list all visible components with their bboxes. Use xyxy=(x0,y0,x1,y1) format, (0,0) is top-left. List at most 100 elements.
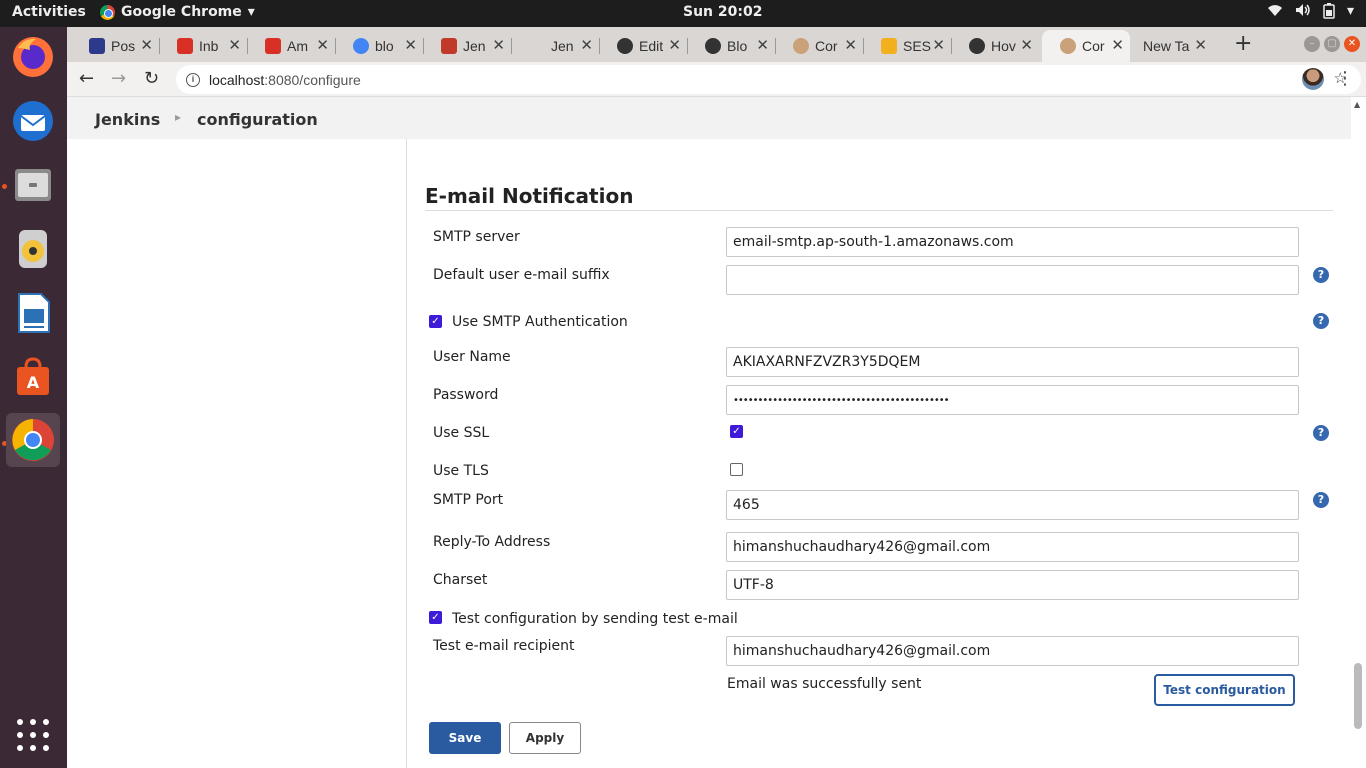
browser-tab[interactable]: Jen ✕ xyxy=(511,30,600,62)
close-icon[interactable]: ✕ xyxy=(492,36,505,54)
browser-tab[interactable]: Jen ✕ xyxy=(423,30,512,62)
close-icon[interactable]: ✕ xyxy=(316,36,329,54)
rhythmbox-icon[interactable] xyxy=(6,222,60,276)
dock: A xyxy=(0,27,67,768)
forward-arrow-icon[interactable]: → xyxy=(111,68,126,89)
libreoffice-writer-icon[interactable] xyxy=(6,286,60,340)
tab-title: New Ta xyxy=(1143,38,1190,54)
browser-tab[interactable]: Blo ✕ xyxy=(687,30,776,62)
close-icon[interactable]: ✕ xyxy=(140,36,153,54)
test-recipient-input[interactable] xyxy=(726,636,1299,666)
avatar[interactable] xyxy=(1302,68,1324,90)
volume-icon xyxy=(1295,3,1311,23)
save-button[interactable]: Save xyxy=(429,722,501,754)
show-applications-icon[interactable] xyxy=(17,719,49,751)
breadcrumb-configuration[interactable]: configuration xyxy=(197,110,318,129)
help-icon[interactable]: ? xyxy=(1313,313,1329,329)
app-menu-label: Google Chrome xyxy=(121,4,242,20)
chevron-down-icon: ▾ xyxy=(1346,3,1354,19)
browser-tab[interactable]: blo ✕ xyxy=(335,30,424,62)
scroll-up-icon[interactable]: ▲ xyxy=(1354,100,1360,109)
files-icon[interactable] xyxy=(6,158,60,212)
github-icon xyxy=(617,38,633,54)
charset-label: Charset xyxy=(433,572,488,588)
help-icon[interactable]: ? xyxy=(1313,267,1329,283)
smtp-port-input[interactable] xyxy=(726,490,1299,520)
close-icon[interactable]: ✕ xyxy=(844,36,857,54)
more-menu-icon[interactable]: ⋮ xyxy=(1336,68,1354,89)
chevron-right-icon: ▸ xyxy=(175,110,182,124)
reply-to-input[interactable] xyxy=(726,532,1299,562)
tab-favicon-icon xyxy=(89,38,105,54)
help-icon[interactable]: ? xyxy=(1313,425,1329,441)
smtp-server-input[interactable] xyxy=(726,227,1299,257)
address-bar[interactable]: i localhost:8080/configure ⚿ ☆ xyxy=(176,65,1361,94)
close-icon[interactable]: ✕ xyxy=(580,36,593,54)
email-suffix-input[interactable] xyxy=(726,265,1299,295)
breadcrumb-jenkins[interactable]: Jenkins xyxy=(95,110,160,129)
activities-button[interactable]: Activities xyxy=(12,4,86,20)
smtp-auth-checkbox[interactable]: ✓ xyxy=(429,315,442,328)
apply-button[interactable]: Apply xyxy=(509,722,581,754)
close-icon[interactable]: ✕ xyxy=(932,36,945,54)
close-icon[interactable]: ✕ xyxy=(1111,36,1124,54)
close-icon[interactable]: ✕ xyxy=(404,36,417,54)
main-content: E-mail Notification SMTP server Default … xyxy=(67,139,1351,768)
clock[interactable]: Sun 20:02 xyxy=(683,4,762,20)
tls-checkbox[interactable] xyxy=(730,463,743,476)
browser-tab[interactable]: Am ✕ xyxy=(247,30,336,62)
maximize-icon[interactable]: ▢ xyxy=(1324,36,1340,52)
browser-tab[interactable]: SES ✕ xyxy=(863,30,952,62)
minimize-icon[interactable]: – xyxy=(1304,36,1320,52)
close-icon[interactable]: ✕ xyxy=(1194,36,1207,54)
ssl-label: Use SSL xyxy=(433,425,490,441)
tab-favicon-icon xyxy=(529,38,545,54)
page-scrollbar[interactable]: ▲ xyxy=(1351,97,1366,768)
ssl-checkbox[interactable]: ✓ xyxy=(730,425,743,438)
browser-tab[interactable]: New Ta ✕ xyxy=(1125,30,1213,62)
username-label: User Name xyxy=(433,349,511,365)
test-config-checkbox[interactable]: ✓ xyxy=(429,611,442,624)
smtp-auth-label: Use SMTP Authentication xyxy=(452,314,628,330)
new-tab-button[interactable]: + xyxy=(1234,31,1252,56)
window-controls: – ▢ ✕ xyxy=(1304,36,1360,52)
divider xyxy=(425,210,1333,211)
info-icon[interactable]: i xyxy=(186,72,200,87)
software-center-icon[interactable]: A xyxy=(6,350,60,404)
firefox-icon[interactable] xyxy=(6,30,60,84)
system-tray[interactable]: ▾ xyxy=(1267,3,1354,23)
browser-tab[interactable]: Cor ✕ xyxy=(775,30,864,62)
close-icon[interactable]: ✕ xyxy=(1020,36,1033,54)
reload-icon[interactable]: ↻ xyxy=(144,68,159,89)
back-arrow-icon[interactable]: ← xyxy=(79,68,94,89)
test-configuration-button[interactable]: Test configuration xyxy=(1154,674,1295,706)
google-icon xyxy=(353,38,369,54)
charset-input[interactable] xyxy=(726,570,1299,600)
scrollbar-thumb[interactable] xyxy=(1354,663,1362,729)
section-title: E-mail Notification xyxy=(425,184,634,208)
test-recipient-label: Test e-mail recipient xyxy=(433,638,575,654)
thunderbird-icon[interactable] xyxy=(6,94,60,148)
close-icon[interactable]: ✕ xyxy=(756,36,769,54)
battery-icon xyxy=(1323,3,1335,23)
close-icon[interactable]: ✕ xyxy=(228,36,241,54)
password-input[interactable] xyxy=(726,385,1299,415)
username-input[interactable] xyxy=(726,347,1299,377)
chrome-icon[interactable] xyxy=(6,413,60,467)
help-icon[interactable]: ? xyxy=(1313,492,1329,508)
close-window-icon[interactable]: ✕ xyxy=(1344,36,1360,52)
browser-tab[interactable]: Edit ✕ xyxy=(599,30,688,62)
browser-tab-active[interactable]: Cor ✕ xyxy=(1042,30,1130,62)
app-menu[interactable]: Google Chrome ▾ xyxy=(100,4,255,20)
browser-tab[interactable]: Pos ✕ xyxy=(71,30,160,62)
browser-tab[interactable]: Hov ✕ xyxy=(951,30,1039,62)
url-path: :8080/configure xyxy=(264,71,361,88)
gmail-icon xyxy=(177,38,193,54)
wifi-icon xyxy=(1267,3,1283,23)
browser-tab[interactable]: Inb ✕ xyxy=(159,30,248,62)
close-icon[interactable]: ✕ xyxy=(668,36,681,54)
breadcrumb: Jenkins ▸ configuration xyxy=(67,97,1351,139)
test-config-label: Test configuration by sending test e-mai… xyxy=(452,611,738,627)
jenkins-icon xyxy=(1060,38,1076,54)
tab-strip: Pos ✕ Inb ✕ Am ✕ blo ✕ Jen ✕ Jen ✕ Edit ✕ Blo ✕ … xyxy=(67,27,1366,62)
